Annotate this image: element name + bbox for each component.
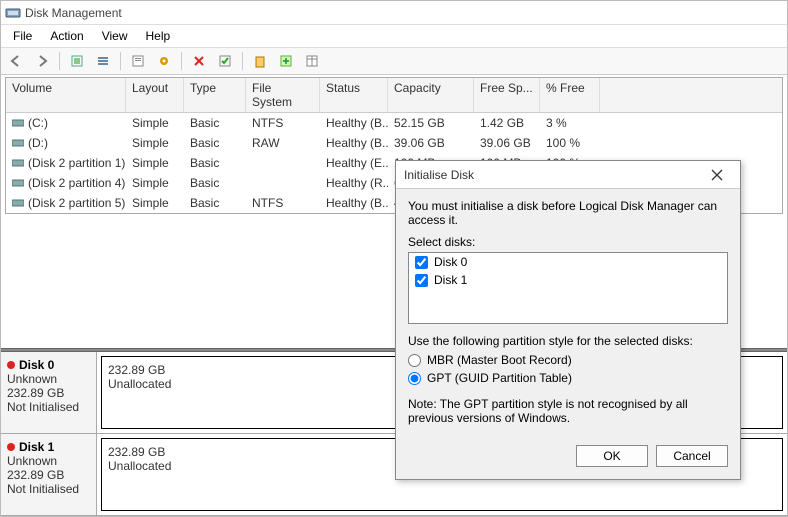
gpt-radio[interactable] — [408, 372, 421, 385]
dialog-title: Initialise Disk — [404, 168, 474, 182]
ok-button[interactable]: OK — [576, 445, 648, 467]
select-disks-label: Select disks: — [408, 235, 728, 249]
table-row[interactable]: (D:)SimpleBasicRAWHealthy (B...39.06 GB3… — [6, 133, 782, 153]
th-spacer — [600, 78, 782, 112]
disk-checkbox-label: Disk 1 — [434, 273, 467, 287]
disk-header: Disk 1Unknown232.89 GBNot Initialised — [1, 434, 97, 515]
dialog-message: You must initialise a disk before Logica… — [408, 199, 728, 227]
menu-view[interactable]: View — [94, 27, 136, 45]
gpt-option[interactable]: GPT (GUID Partition Table) — [408, 369, 728, 387]
delete-icon[interactable] — [188, 50, 210, 72]
table-icon[interactable] — [301, 50, 323, 72]
disk-select-list[interactable]: Disk 0 Disk 1 — [408, 252, 728, 324]
menu-file[interactable]: File — [5, 27, 40, 45]
cancel-button[interactable]: Cancel — [656, 445, 728, 467]
dialog-buttons: OK Cancel — [396, 437, 740, 479]
menubar: File Action View Help — [1, 25, 787, 47]
checkbox-icon[interactable] — [214, 50, 236, 72]
partition-style-label: Use the following partition style for th… — [408, 334, 728, 348]
warning-icon — [7, 443, 15, 451]
toolbar — [1, 47, 787, 75]
disk-header: Disk 0Unknown232.89 GBNot Initialised — [1, 352, 97, 433]
titlebar: Disk Management — [1, 1, 787, 25]
add-icon[interactable] — [275, 50, 297, 72]
disk-checkbox-label: Disk 0 — [434, 255, 467, 269]
disk-checkbox[interactable] — [415, 274, 428, 287]
mbr-option[interactable]: MBR (Master Boot Record) — [408, 351, 728, 369]
th-filesystem[interactable]: File System — [246, 78, 320, 112]
menu-help[interactable]: Help — [138, 27, 179, 45]
th-layout[interactable]: Layout — [126, 78, 184, 112]
gpt-label: GPT (GUID Partition Table) — [427, 371, 572, 385]
th-free[interactable]: Free Sp... — [474, 78, 540, 112]
table-header: Volume Layout Type File System Status Ca… — [6, 78, 782, 113]
menu-action[interactable]: Action — [42, 27, 91, 45]
refresh-icon[interactable] — [66, 50, 88, 72]
th-volume[interactable]: Volume — [6, 78, 126, 112]
disk-checkbox[interactable] — [415, 256, 428, 269]
new-volume-icon[interactable] — [249, 50, 271, 72]
window-title: Disk Management — [25, 6, 122, 20]
properties-icon[interactable] — [127, 50, 149, 72]
dialog-body: You must initialise a disk before Logica… — [396, 189, 740, 437]
th-pct[interactable]: % Free — [540, 78, 600, 112]
mbr-radio[interactable] — [408, 354, 421, 367]
warning-icon — [7, 361, 15, 369]
forward-button[interactable] — [31, 50, 53, 72]
initialise-disk-dialog: Initialise Disk You must initialise a di… — [395, 160, 741, 480]
back-button[interactable] — [5, 50, 27, 72]
mbr-label: MBR (Master Boot Record) — [427, 353, 572, 367]
th-status[interactable]: Status — [320, 78, 388, 112]
th-capacity[interactable]: Capacity — [388, 78, 474, 112]
disk-checkbox-row[interactable]: Disk 0 — [409, 253, 727, 271]
th-type[interactable]: Type — [184, 78, 246, 112]
close-button[interactable] — [702, 164, 732, 186]
app-icon — [5, 5, 21, 21]
disk-checkbox-row[interactable]: Disk 1 — [409, 271, 727, 289]
settings-icon[interactable] — [153, 50, 175, 72]
table-row[interactable]: (C:)SimpleBasicNTFSHealthy (B...52.15 GB… — [6, 113, 782, 133]
dialog-titlebar: Initialise Disk — [396, 161, 740, 189]
dialog-note: Note: The GPT partition style is not rec… — [408, 397, 728, 425]
list-icon[interactable] — [92, 50, 114, 72]
